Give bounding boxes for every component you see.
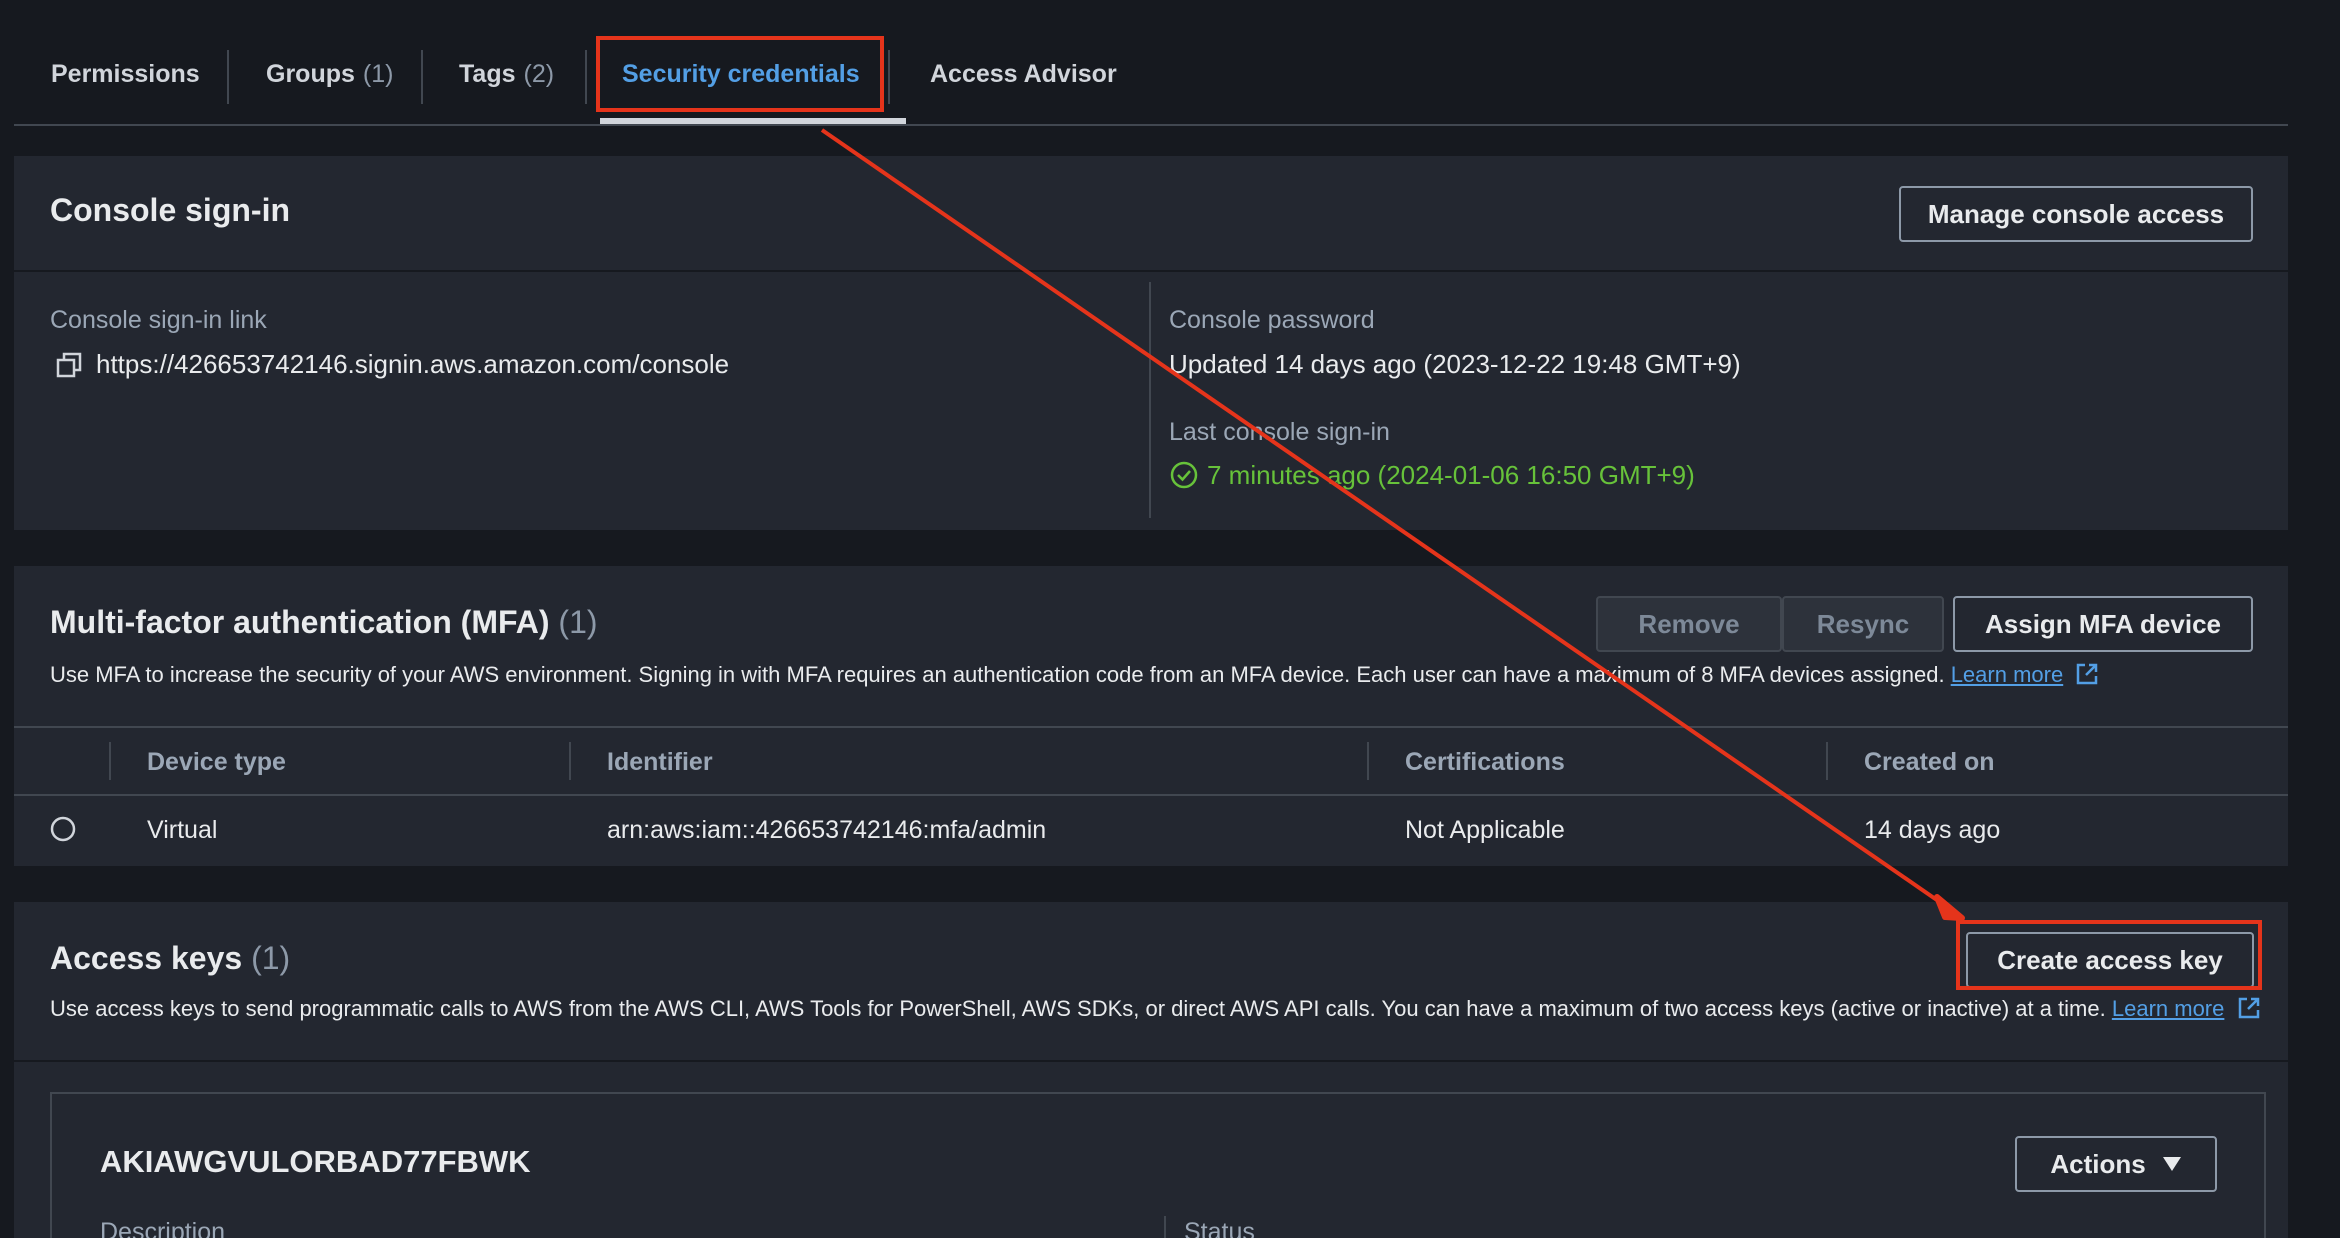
last-signin-value: 7 minutes ago (2024-01-06 16:50 GMT+9) xyxy=(1207,460,1695,490)
mfa-description: Use MFA to increase the security of your… xyxy=(50,662,2099,688)
column-header-identifier[interactable]: Identifier xyxy=(607,748,713,777)
tab-label: Access Advisor xyxy=(930,59,1117,88)
tab-tags[interactable]: Tags (2) xyxy=(459,52,554,96)
actions-label: Actions xyxy=(2050,1148,2146,1179)
access-keys-description: Use access keys to send programmatic cal… xyxy=(50,996,2261,1022)
access-keys-title-text: Access keys xyxy=(50,940,243,976)
column-separator xyxy=(109,742,111,780)
column-header-created-on[interactable]: Created on xyxy=(1864,748,1995,777)
tab-count: (1) xyxy=(362,59,394,88)
tab-count: (2) xyxy=(523,59,555,88)
access-keys-learn-more-link[interactable]: Learn more xyxy=(2112,996,2225,1021)
access-keys-panel: Access keys (1) Create access key Use ac… xyxy=(14,902,2288,1238)
tab-bar: Permissions Groups (1) Tags (2) Security… xyxy=(14,0,2288,126)
external-link-icon[interactable] xyxy=(2075,662,2099,686)
copy-icon[interactable] xyxy=(56,352,82,378)
column-separator xyxy=(1826,742,1828,780)
tab-label: Tags xyxy=(459,59,516,88)
panel-divider xyxy=(14,270,2288,272)
last-signin-label: Last console sign-in xyxy=(1169,418,1390,446)
check-circle-icon xyxy=(1170,461,1198,489)
tab-divider xyxy=(888,50,890,104)
column-header-device-type[interactable]: Device type xyxy=(147,748,286,777)
panel-divider xyxy=(14,1060,2288,1062)
console-signin-link-label: Console sign-in link xyxy=(50,306,267,334)
manage-console-access-button[interactable]: Manage console access xyxy=(1899,186,2253,242)
active-tab-indicator xyxy=(600,118,906,124)
tab-access-advisor[interactable]: Access Advisor xyxy=(930,52,1117,96)
mfa-title: Multi-factor authentication (MFA) (1) xyxy=(50,604,598,641)
access-keys-description-text: Use access keys to send programmatic cal… xyxy=(50,996,2106,1021)
mfa-learn-more-link[interactable]: Learn more xyxy=(1951,662,2064,687)
mfa-title-text: Multi-factor authentication (MFA) xyxy=(50,604,550,640)
security-credentials-page: Permissions Groups (1) Tags (2) Security… xyxy=(0,0,2340,1238)
mfa-count: (1) xyxy=(558,604,598,640)
column-divider xyxy=(1149,282,1151,518)
console-password-label: Console password xyxy=(1169,306,1375,334)
tab-groups[interactable]: Groups (1) xyxy=(266,52,393,96)
access-key-description-label: Description xyxy=(100,1218,226,1238)
cell-identifier: arn:aws:iam::426653742146:mfa/admin xyxy=(607,816,1047,844)
assign-mfa-device-button[interactable]: Assign MFA device xyxy=(1953,596,2253,652)
tab-permissions[interactable]: Permissions xyxy=(51,52,200,96)
row-select-radio[interactable] xyxy=(50,816,76,842)
annotation-highlight-tab xyxy=(596,36,884,112)
tab-divider xyxy=(585,50,587,104)
column-separator xyxy=(1367,742,1369,780)
resync-mfa-button[interactable]: Resync xyxy=(1782,596,1944,652)
console-password-value: Updated 14 days ago (2023-12-22 19:48 GM… xyxy=(1169,349,1741,379)
access-keys-count: (1) xyxy=(251,940,291,976)
column-separator xyxy=(569,742,571,780)
mfa-table-header: Device type Identifier Certifications Cr… xyxy=(14,726,2288,796)
mfa-panel: Multi-factor authentication (MFA) (1) Re… xyxy=(14,566,2288,866)
access-key-status-label: Status xyxy=(1184,1218,1255,1238)
mfa-description-text: Use MFA to increase the security of your… xyxy=(50,662,1945,687)
cell-created-on: 14 days ago xyxy=(1864,816,2001,844)
actions-dropdown-button[interactable]: Actions xyxy=(2015,1136,2217,1192)
console-signin-panel: Console sign-in Manage console access Co… xyxy=(14,156,2288,530)
caret-down-icon xyxy=(2162,1157,2181,1171)
cell-certifications: Not Applicable xyxy=(1405,816,1565,844)
access-keys-title: Access keys (1) xyxy=(50,940,290,977)
external-link-icon[interactable] xyxy=(2237,996,2261,1020)
tab-label: Groups xyxy=(266,59,355,88)
tab-label: Permissions xyxy=(51,59,200,88)
tab-divider xyxy=(421,50,423,104)
remove-mfa-button[interactable]: Remove xyxy=(1596,596,1782,652)
table-row: Virtual arn:aws:iam::426653742146:mfa/ad… xyxy=(14,796,2288,866)
tab-divider xyxy=(227,50,229,104)
console-signin-link[interactable]: https://426653742146.signin.aws.amazon.c… xyxy=(96,349,729,380)
annotation-highlight-create-key xyxy=(1956,920,2262,990)
column-header-certifications[interactable]: Certifications xyxy=(1405,748,1565,777)
access-key-card: AKIAWGVULORBAD77FBWK Actions Description… xyxy=(50,1092,2266,1238)
access-key-id: AKIAWGVULORBAD77FBWK xyxy=(100,1144,531,1179)
cell-device-type: Virtual xyxy=(147,816,218,844)
column-divider xyxy=(1164,1216,1166,1238)
console-signin-title: Console sign-in xyxy=(50,192,290,228)
